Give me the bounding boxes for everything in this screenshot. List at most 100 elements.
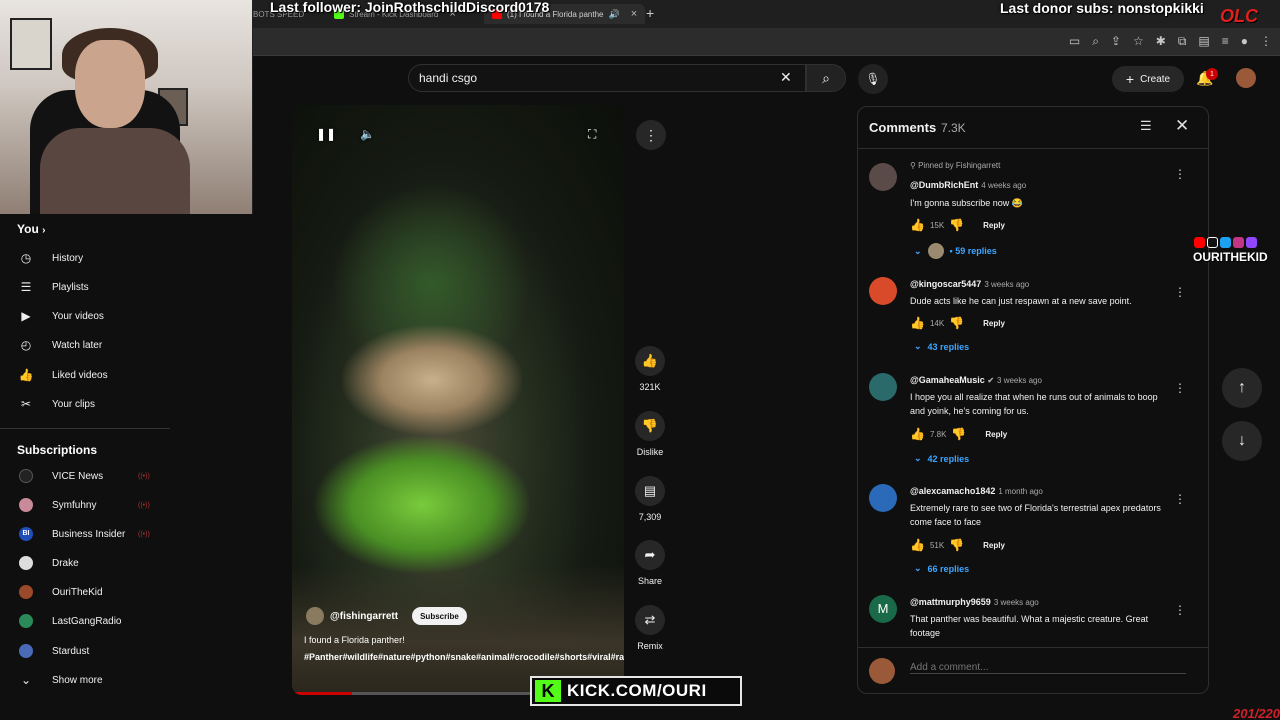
channel-avatar[interactable]	[306, 607, 324, 625]
close-icon[interactable]: ×	[631, 8, 637, 20]
video-progress-fill	[292, 692, 352, 695]
cast-icon[interactable]: ▭	[1069, 34, 1080, 49]
subscription-item[interactable]: LastGangRadio	[0, 607, 253, 635]
pause-icon[interactable]: ❚❚	[316, 127, 336, 141]
speaker-icon[interactable]: 🔊	[609, 9, 620, 20]
volume-icon[interactable]: 🔈	[360, 127, 375, 141]
comment-text: Extremely rare to see two of Florida's t…	[910, 503, 1161, 527]
thumbs-down-icon[interactable]: 👎	[949, 538, 964, 552]
comment-avatar[interactable]	[869, 163, 897, 191]
comments-header: Comments 7.3K ☰ ✕	[858, 107, 1208, 149]
fullscreen-icon[interactable]: ⛶	[588, 127, 596, 142]
sidebar-item-your-videos[interactable]: ▶ Your videos	[0, 302, 253, 330]
comment-menu-icon[interactable]: ⋮	[1174, 167, 1186, 181]
view-replies-button[interactable]: ⌄ 66 replies	[914, 563, 969, 574]
thumbs-up-icon[interactable]: 👍	[910, 316, 925, 330]
subscription-item[interactable]: BI Business Insider ((•))	[0, 520, 253, 548]
video-hashtags[interactable]: #Panther#wildlife#nature#python#snake#an…	[304, 650, 624, 664]
extensions-puzzle-icon[interactable]: ⧉	[1178, 34, 1187, 49]
add-comment-row	[858, 647, 1208, 693]
profile-icon[interactable]: ●	[1241, 34, 1248, 49]
comment-author[interactable]: @DumbRichEnt 4 weeks ago	[910, 180, 1026, 190]
sort-icon[interactable]: ☰	[1140, 118, 1152, 134]
comment-author[interactable]: @kingoscar5447 3 weeks ago	[910, 279, 1029, 289]
view-replies-button[interactable]: ⌄ • 59 replies	[914, 243, 997, 259]
comments-button[interactable]: ▤ 7,309	[632, 476, 668, 522]
thumbs-down-icon[interactable]: 👎	[949, 218, 964, 232]
thumbs-down-icon[interactable]: 👎	[951, 427, 966, 441]
comments-panel: Comments 7.3K ☰ ✕ ⚲ Pinned by Fishingarr…	[857, 106, 1209, 694]
subscription-item[interactable]: VICE News ((•))	[0, 462, 253, 490]
sidebar-item-your-clips[interactable]: ✂ Your clips	[0, 390, 253, 418]
thumbs-up-icon[interactable]: 👍	[910, 538, 925, 552]
reply-button[interactable]: Reply	[983, 541, 1005, 550]
reply-button[interactable]: Reply	[985, 430, 1007, 439]
comment-menu-icon[interactable]: ⋮	[1174, 285, 1186, 299]
reply-button[interactable]: Reply	[983, 319, 1005, 328]
comment-avatar[interactable]	[869, 373, 897, 401]
dislike-button[interactable]: 👎 Dislike	[632, 411, 668, 457]
user-avatar[interactable]	[1236, 68, 1256, 88]
close-icon[interactable]: ✕	[1175, 116, 1189, 136]
more-options-button[interactable]: ⋮	[636, 120, 666, 150]
menu-lines-icon[interactable]: ≡	[1222, 34, 1229, 49]
kick-banner: K KICK.COM/OURI	[530, 676, 742, 706]
shorts-video-player[interactable]: ❚❚ 🔈 ⛶ @fishingarrett Subscribe I found …	[292, 105, 624, 695]
wall-poster	[10, 18, 52, 70]
thumbs-up-icon[interactable]: 👍	[910, 427, 925, 441]
video-title[interactable]: I found a Florida panther!	[304, 635, 614, 645]
remix-button[interactable]: ⇄ Remix	[632, 605, 668, 651]
add-comment-input[interactable]	[910, 662, 1186, 674]
comment-menu-icon[interactable]: ⋮	[1174, 603, 1186, 617]
subscription-item[interactable]: OuriTheKid	[0, 578, 253, 606]
previous-short-button[interactable]: ↑	[1222, 368, 1262, 408]
sidebar-item-watch-later[interactable]: ◴ Watch later	[0, 331, 253, 359]
search-button[interactable]: ⌕	[806, 64, 846, 92]
clear-search-icon[interactable]: ✕	[780, 69, 792, 86]
playlists-icon: ☰	[20, 280, 32, 294]
subscription-item[interactable]: Drake	[0, 549, 253, 577]
clips-icon: ✂	[20, 397, 32, 411]
subscription-item[interactable]: Stardust	[0, 637, 253, 665]
view-replies-button[interactable]: ⌄ 42 replies	[914, 453, 969, 464]
next-short-button[interactable]: ↓	[1222, 421, 1262, 461]
show-more-button[interactable]: ⌄ Show more	[0, 666, 253, 694]
sidebar-you-heading[interactable]: You ›	[17, 222, 45, 236]
extension-icon[interactable]: ✱	[1156, 34, 1166, 49]
voice-search-button[interactable]: 🎙	[858, 64, 888, 94]
comment-menu-icon[interactable]: ⋮	[1174, 492, 1186, 506]
comment-avatar[interactable]	[869, 277, 897, 305]
sidepanel-icon[interactable]: ▤	[1198, 34, 1209, 49]
watch-later-icon: ◴	[20, 338, 32, 352]
view-replies-button[interactable]: ⌄ 43 replies	[914, 341, 969, 352]
bookmark-star-icon[interactable]: ☆	[1133, 34, 1144, 49]
comment-author[interactable]: @GamaheaMusic ✔ 3 weeks ago	[910, 375, 1042, 385]
new-tab-icon[interactable]: +	[646, 5, 654, 21]
comment-author[interactable]: @mattmurphy9659 3 weeks ago	[910, 597, 1039, 607]
channel-name[interactable]: @fishingarrett	[330, 611, 398, 622]
like-button[interactable]: 👍 321K	[632, 346, 668, 392]
chevron-down-icon: ⌄	[914, 341, 922, 351]
subscribe-button[interactable]: Subscribe	[412, 607, 467, 625]
sidebar-divider	[0, 428, 170, 429]
share-button[interactable]: ➦ Share	[632, 540, 668, 586]
comment-menu-icon[interactable]: ⋮	[1174, 381, 1186, 395]
reply-button[interactable]: Reply	[983, 221, 1005, 230]
subscription-item[interactable]: Symfuhny ((•))	[0, 491, 253, 519]
comment-author[interactable]: @alexcamacho1842 1 month ago	[910, 486, 1043, 496]
browser-menu-icon[interactable]: ⋮	[1260, 34, 1272, 49]
sidebar-item-history[interactable]: ◷ History	[0, 244, 253, 272]
comment-avatar[interactable]	[869, 484, 897, 512]
search-input[interactable]	[419, 71, 779, 85]
thumbs-down-icon[interactable]: 👎	[949, 316, 964, 330]
share-page-icon[interactable]: ⇪	[1111, 34, 1121, 49]
comment-actions: 👍 51K 👎 Reply	[910, 538, 1005, 552]
create-button[interactable]: + Create	[1112, 66, 1184, 92]
sidebar-item-playlists[interactable]: ☰ Playlists	[0, 273, 253, 301]
comment-avatar[interactable]: M	[869, 595, 897, 623]
zoom-icon[interactable]: ⌕	[1092, 34, 1099, 49]
thumbs-up-icon[interactable]: 👍	[910, 218, 925, 232]
kebab-menu-icon: ⋮	[644, 126, 658, 143]
sidebar-item-liked-videos[interactable]: 👍 Liked videos	[0, 361, 253, 389]
liked-videos-icon: 👍	[18, 368, 34, 382]
